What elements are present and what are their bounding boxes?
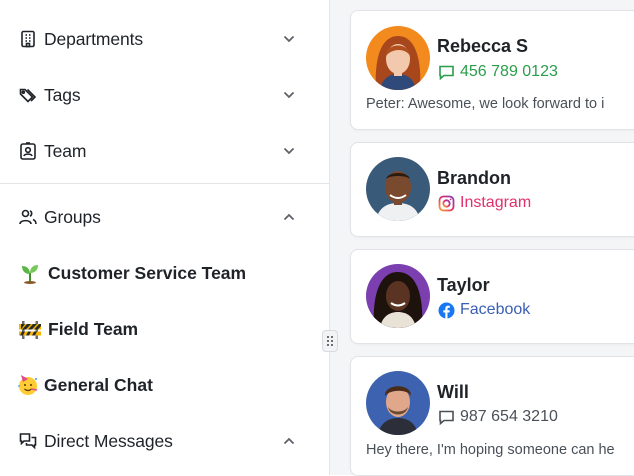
- sidebar-item-label: Tags: [44, 84, 81, 105]
- chevron-down-icon[interactable]: [280, 142, 298, 160]
- chevron-up-icon[interactable]: [280, 432, 298, 450]
- conversation-card-taylor[interactable]: Taylor Facebook: [350, 249, 634, 344]
- group-item-label: General Chat: [44, 374, 153, 395]
- sidebar-item-label: Departments: [44, 28, 144, 49]
- sms-icon: [437, 408, 455, 426]
- chevron-down-icon[interactable]: [280, 30, 298, 48]
- contact-name: Taylor: [437, 275, 490, 295]
- sidebar-item-direct-messages[interactable]: Direct Messages: [0, 421, 329, 461]
- sidebar-item-label: Groups: [44, 206, 101, 227]
- channel-text: 456 789 0123: [460, 63, 558, 80]
- channel-text: 987 654 3210: [460, 408, 558, 425]
- sidebar-item-label: Team: [44, 140, 87, 161]
- chat-bubbles-icon: [18, 431, 38, 451]
- sms-icon: [437, 63, 455, 81]
- sidebar-divider: [0, 183, 329, 184]
- group-item-field-team[interactable]: Field Team: [0, 309, 329, 349]
- message-preview: Hey there, I'm hoping someone can he: [366, 442, 615, 458]
- conversation-card-rebecca-s[interactable]: Rebecca S 456 789 0123 Peter: Awesome, w…: [350, 10, 634, 130]
- chevron-down-icon[interactable]: [280, 86, 298, 104]
- contact-name: Will: [437, 382, 469, 402]
- facebook-icon: [437, 301, 455, 319]
- group-item-label: Field Team: [48, 318, 139, 339]
- building-icon: [18, 29, 38, 49]
- channel-indicator: 987 654 3210: [437, 408, 558, 426]
- sidebar-item-groups[interactable]: Groups: [0, 197, 329, 237]
- id-badge-icon: [18, 141, 38, 161]
- sidebar: Departments Tags Team Groups Customer Se…: [0, 0, 330, 475]
- instagram-icon: [437, 194, 455, 212]
- seedling-icon: [18, 261, 42, 285]
- construction-barrier-icon: [18, 317, 42, 341]
- avatar: [366, 264, 430, 328]
- contact-name: Rebecca S: [437, 36, 529, 56]
- message-preview: Peter: Awesome, we look forward to i: [366, 96, 605, 112]
- avatar: [366, 157, 430, 221]
- sidebar-item-tags[interactable]: Tags: [0, 75, 329, 115]
- users-icon: [18, 207, 38, 227]
- conversation-card-brandon[interactable]: Brandon Instagram: [350, 142, 634, 237]
- chevron-up-icon[interactable]: [280, 208, 298, 226]
- contact-name: Brandon: [437, 168, 511, 188]
- drag-dots-icon: [327, 336, 333, 346]
- group-item-customer-service-team[interactable]: Customer Service Team: [0, 253, 329, 293]
- sidebar-item-departments[interactable]: Departments: [0, 19, 329, 59]
- channel-indicator: Instagram: [437, 194, 531, 212]
- tags-icon: [18, 85, 38, 105]
- conversation-list: Rebecca S 456 789 0123 Peter: Awesome, w…: [330, 0, 634, 476]
- sidebar-item-team[interactable]: Team: [0, 131, 329, 171]
- avatar: [366, 26, 430, 90]
- group-item-general-chat[interactable]: General Chat: [0, 365, 329, 405]
- sidebar-item-label: Direct Messages: [44, 430, 173, 451]
- avatar: [366, 371, 430, 435]
- channel-text: Instagram: [460, 194, 532, 211]
- party-face-icon: [16, 373, 40, 397]
- channel-indicator: Facebook: [437, 301, 530, 319]
- group-item-label: Customer Service Team: [48, 262, 247, 283]
- channel-indicator: 456 789 0123: [437, 63, 558, 81]
- panel-resize-handle[interactable]: [322, 330, 338, 352]
- channel-text: Facebook: [460, 301, 531, 318]
- conversation-card-will[interactable]: Will 987 654 3210 Hey there, I'm hoping …: [350, 356, 634, 476]
